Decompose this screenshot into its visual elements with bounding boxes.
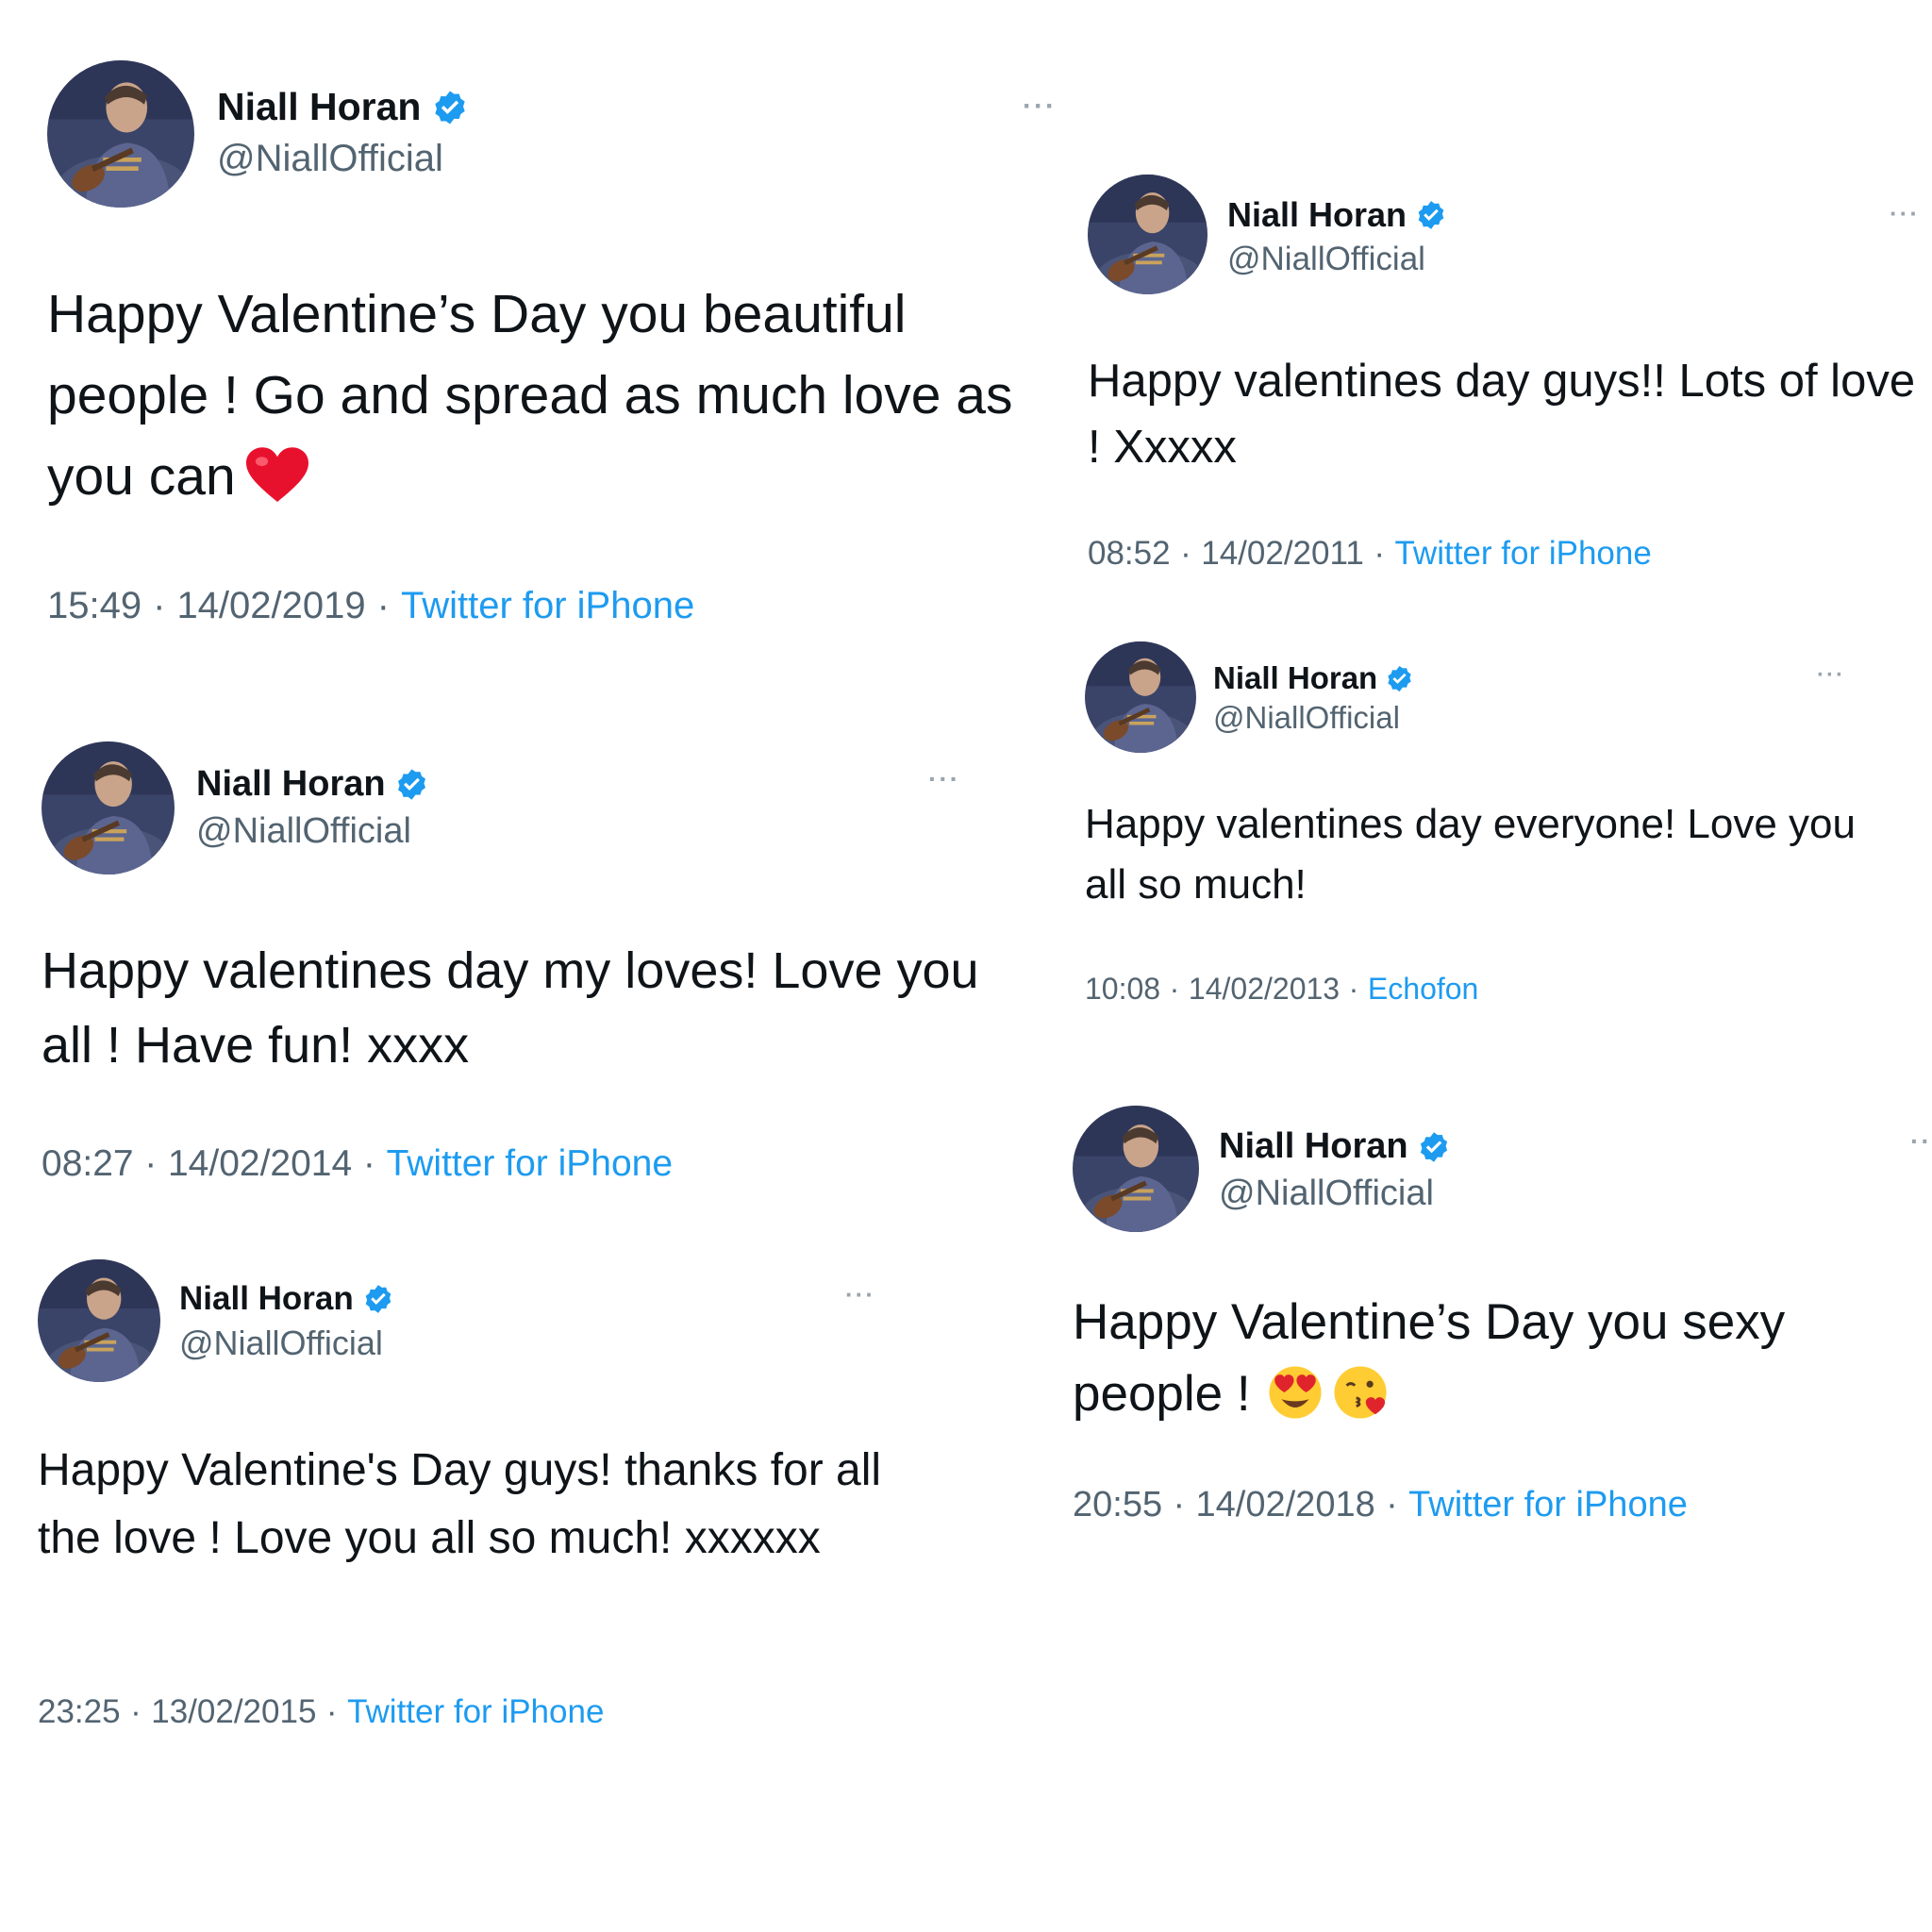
tweet-card: Niall Horan @NiallOfficial ··· Happy Val… <box>47 60 1055 645</box>
tweet-text: Happy Valentine's Day guys! thanks for a… <box>38 1437 906 1573</box>
author-handle[interactable]: @NiallOfficial <box>196 811 411 852</box>
tweet-meta: 08:27 · 14/02/2014 · Twitter for iPhone <box>42 1143 674 1184</box>
author-name[interactable]: Niall Horan <box>1219 1126 1408 1167</box>
tweet-card: Niall Horan @NiallOfficial ··· Happy Val… <box>38 1259 906 1750</box>
author-name[interactable]: Niall Horan <box>1213 660 1377 696</box>
author-name-row: Niall Horan <box>179 1280 394 1318</box>
tweet-meta: 08:52 · 14/02/2011 · Twitter for iPhone <box>1088 535 1652 572</box>
kissing-heart-icon <box>1333 1365 1388 1420</box>
tweet-text: Happy valentines day everyone! Love you … <box>1085 794 1887 915</box>
tweet-source-link[interactable]: Twitter for iPhone <box>347 1693 604 1730</box>
verified-badge-icon <box>1415 199 1447 231</box>
more-options-icon[interactable]: ··· <box>1023 91 1057 123</box>
tweet-meta: 15:49 · 14/02/2019 · Twitter for iPhone <box>47 585 695 626</box>
tweet-time: 08:27 <box>42 1143 134 1184</box>
tweet-date: 14/02/2019 <box>176 585 366 626</box>
verified-badge-icon <box>1385 664 1414 693</box>
author-name[interactable]: Niall Horan <box>179 1280 354 1318</box>
tweet-text-content: Happy valentines day guys!! Lots of love… <box>1088 356 1916 473</box>
tweet-time: 15:49 <box>47 585 142 626</box>
heart-eyes-icon <box>1268 1365 1323 1420</box>
avatar[interactable] <box>38 1259 160 1382</box>
author-name[interactable]: Niall Horan <box>1227 195 1407 235</box>
more-options-icon[interactable]: ··· <box>928 764 960 794</box>
tweet-card: Niall Horan @NiallOfficial ·· Happy Vale… <box>1073 1106 1930 1540</box>
tweet-source-link[interactable]: Twitter for iPhone <box>1408 1485 1688 1524</box>
author-name[interactable]: Niall Horan <box>196 764 386 805</box>
avatar[interactable] <box>1073 1106 1199 1232</box>
avatar[interactable] <box>42 741 175 874</box>
tweet-text-content: Happy Valentine’s Day you beautiful peop… <box>47 284 1013 507</box>
tweet-date: 14/02/2018 <box>1195 1485 1375 1524</box>
tweet-time: 20:55 <box>1073 1485 1163 1524</box>
author-handle[interactable]: @NiallOfficial <box>1227 241 1425 278</box>
verified-badge-icon <box>431 89 469 126</box>
tweet-meta: 23:25 · 13/02/2015 · Twitter for iPhone <box>38 1693 605 1730</box>
tweet-text-content: Happy valentines day everyone! Love you … <box>1085 801 1856 908</box>
verified-badge-icon <box>1417 1130 1451 1164</box>
more-options-icon[interactable]: ··· <box>845 1280 875 1309</box>
tweet-source-link[interactable]: Twitter for iPhone <box>401 585 694 626</box>
tweet-card: Niall Horan @NiallOfficial ··· Happy val… <box>42 741 994 1194</box>
verified-badge-icon <box>394 767 429 802</box>
red-heart-icon <box>246 447 308 504</box>
tweet-time: 23:25 <box>38 1693 121 1730</box>
tweet-text: Happy Valentine’s Day you sexy people ! <box>1073 1287 1926 1430</box>
tweet-text: Happy valentines day my loves! Love you … <box>42 934 994 1083</box>
author-handle[interactable]: @NiallOfficial <box>1219 1174 1434 1214</box>
tweet-date: 14/02/2014 <box>167 1143 353 1184</box>
tweet-text-content: Happy Valentine's Day guys! thanks for a… <box>38 1445 882 1563</box>
avatar[interactable] <box>47 60 194 208</box>
avatar[interactable] <box>1088 175 1208 294</box>
tweet-time: 10:08 <box>1085 972 1161 1006</box>
verified-badge-icon <box>362 1283 394 1315</box>
author-handle[interactable]: @NiallOfficial <box>1213 700 1400 736</box>
author-name-row: Niall Horan <box>196 764 429 805</box>
tweet-date: 14/02/2011 <box>1201 535 1364 572</box>
tweet-card: Niall Horan @NiallOfficial ··· Happy val… <box>1088 175 1918 590</box>
tweet-date: 13/02/2015 <box>151 1693 317 1730</box>
more-options-icon[interactable]: ·· <box>1910 1126 1932 1157</box>
author-name-row: Niall Horan <box>1219 1126 1451 1167</box>
tweet-text: Happy valentines day guys!! Lots of love… <box>1088 348 1918 480</box>
tweet-meta: 20:55 · 14/02/2018 · Twitter for iPhone <box>1073 1485 1688 1524</box>
tweet-source-link[interactable]: Twitter for iPhone <box>1394 535 1651 572</box>
tweet-source-link[interactable]: Twitter for iPhone <box>387 1143 673 1184</box>
tweet-text-content: Happy valentines day my loves! Love you … <box>42 942 979 1074</box>
tweet-source-link[interactable]: Echofon <box>1368 972 1478 1006</box>
author-handle[interactable]: @NiallOfficial <box>179 1324 383 1363</box>
tweet-text: Happy Valentine’s Day you beautiful peop… <box>47 274 1047 517</box>
author-name-row: Niall Horan <box>1227 195 1447 235</box>
tweet-text-content: Happy Valentine’s Day you sexy people ! <box>1073 1294 1786 1422</box>
author-name-row: Niall Horan <box>217 85 469 129</box>
author-handle[interactable]: @NiallOfficial <box>217 138 443 180</box>
avatar[interactable] <box>1085 641 1196 753</box>
tweet-meta: 10:08 · 14/02/2013 · Echofon <box>1085 972 1479 1006</box>
more-options-icon[interactable]: ··· <box>1817 662 1845 689</box>
tweet-card: Niall Horan @NiallOfficial ··· Happy val… <box>1085 641 1887 1019</box>
more-options-icon[interactable]: ··· <box>1890 199 1920 228</box>
tweet-time: 08:52 <box>1088 535 1171 572</box>
tweet-date: 14/02/2013 <box>1188 972 1341 1006</box>
author-name-row: Niall Horan <box>1213 660 1414 696</box>
author-name[interactable]: Niall Horan <box>217 85 421 129</box>
